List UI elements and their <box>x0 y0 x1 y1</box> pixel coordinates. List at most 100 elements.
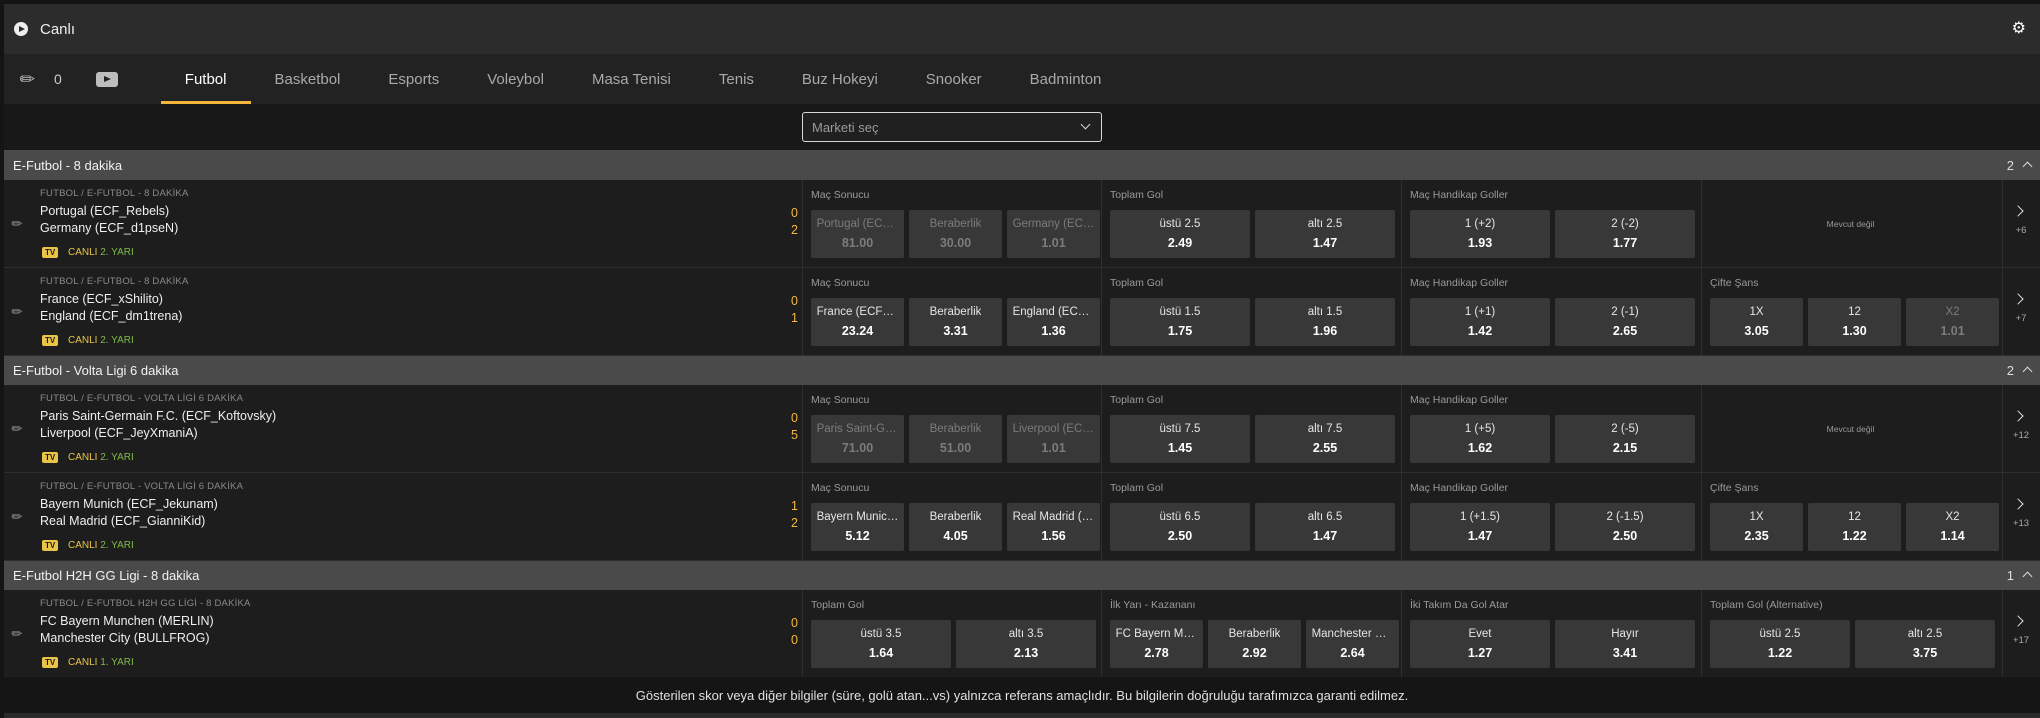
tab-esports[interactable]: Esports <box>388 54 439 104</box>
pin-icon[interactable]: ✎ <box>8 214 27 233</box>
tab-masa-tenisi[interactable]: Masa Tenisi <box>592 54 671 104</box>
more-markets-button[interactable]: +6 <box>2002 180 2040 268</box>
video-icon[interactable] <box>95 71 118 87</box>
odds-button[interactable]: 1 (+1.5) 1.47 <box>1410 503 1550 551</box>
odds-group: Portugal (ECF_Rebels) 81.00 Beraberlik 30.0… <box>811 210 1100 258</box>
odds-button[interactable]: 2 (-2) 1.77 <box>1555 210 1695 258</box>
more-markets-button[interactable]: +13 <box>2002 473 2040 561</box>
away-team[interactable]: England (ECF_dm1trena) <box>40 309 182 323</box>
odds-button[interactable]: 1X 3.05 <box>1710 298 1803 346</box>
chevron-right-icon <box>2012 293 2024 305</box>
odds-button[interactable]: Bayern Munich (ECF_Jekunam) 5.12 <box>811 503 904 551</box>
tab-snooker[interactable]: Snooker <box>926 54 982 104</box>
odds-label: altı 7.5 <box>1307 423 1343 435</box>
tab-futbol[interactable]: Futbol <box>160 54 251 104</box>
event-row: ✎ FUTBOL / E-FUTBOL - VOLTA LİGİ 6 DAKİKA… <box>4 385 2040 473</box>
odds-button[interactable]: altı 2.5 3.75 <box>1855 620 1995 668</box>
odds-button[interactable]: 12 1.30 <box>1808 298 1901 346</box>
odds-value: 1.42 <box>1467 324 1493 338</box>
group-header[interactable]: E-Futbol - 8 dakika 2 <box>4 150 2040 180</box>
tab-basketbol[interactable]: Basketbol <box>275 54 341 104</box>
odds-button[interactable]: FC Bayern Munchen (MERLIN) 2.78 <box>1110 620 1203 668</box>
chevron-up-icon[interactable] <box>2022 571 2033 582</box>
odds-button[interactable]: Hayır 3.41 <box>1555 620 1695 668</box>
tab-badminton[interactable]: Badminton <box>1030 54 1102 104</box>
market: Maç Sonucu Bayern Munich (ECF_Jekunam) 5.1… <box>802 473 1101 561</box>
odds-button[interactable]: altı 2.5 1.47 <box>1255 210 1395 258</box>
odds-button[interactable]: üstü 2.5 1.22 <box>1710 620 1850 668</box>
away-team[interactable]: Liverpool (ECF_JeyXmaniA) <box>40 426 198 440</box>
odds-button[interactable]: Evet 1.27 <box>1410 620 1550 668</box>
odds-button[interactable]: Real Madrid (ECF_GianniKid) 1.56 <box>1007 503 1100 551</box>
chevron-up-icon[interactable] <box>2022 366 2033 377</box>
tv-badge[interactable]: TV <box>42 540 59 551</box>
odds-button[interactable]: 12 1.22 <box>1808 503 1901 551</box>
pin-icon[interactable]: ✎ <box>8 419 27 438</box>
market-select[interactable]: Marketi seç <box>802 112 1102 142</box>
odds-button[interactable]: X2 1.14 <box>1906 503 1999 551</box>
more-markets-button[interactable]: +7 <box>2002 268 2040 356</box>
odds-label: X2 <box>1945 511 1960 523</box>
odds-button[interactable]: 1 (+1) 1.42 <box>1410 298 1550 346</box>
gear-icon[interactable]: ⚙ <box>2012 21 2026 37</box>
odds-value: 2.49 <box>1167 236 1193 250</box>
tv-badge[interactable]: TV <box>42 452 59 463</box>
match-period: 2. YARI <box>100 335 134 346</box>
tv-badge[interactable]: TV <box>42 335 59 346</box>
odds-button[interactable]: Beraberlik 3.31 <box>909 298 1002 346</box>
odds-label: 1X <box>1749 306 1764 318</box>
pin-icon[interactable]: ✎ <box>8 507 27 526</box>
market-title: Toplam Gol <box>811 599 865 611</box>
market: Maç Handikap Goller 1 (+5) 1.62 2 (-5) 2.15 <box>1401 385 1700 473</box>
chevron-up-icon[interactable] <box>2022 161 2033 172</box>
odds-button[interactable]: Beraberlik 2.92 <box>1208 620 1301 668</box>
odds-button[interactable]: Manchester City (BULLFROG) 2.64 <box>1306 620 1399 668</box>
home-team[interactable]: FC Bayern Munchen (MERLIN) <box>40 614 214 628</box>
pin-icon[interactable]: ✎ <box>8 302 27 321</box>
odds-button[interactable]: üstü 7.5 1.45 <box>1110 415 1250 463</box>
odds-button[interactable]: 1X 2.35 <box>1710 503 1803 551</box>
group-header[interactable]: E-Futbol H2H GG Ligi - 8 dakika 1 <box>4 560 2040 590</box>
odds-button[interactable]: 2 (-1) 2.65 <box>1555 298 1695 346</box>
odds-button[interactable]: 2 (-1.5) 2.50 <box>1555 503 1695 551</box>
group-header[interactable]: E-Futbol - Volta Ligi 6 dakika 2 <box>4 355 2040 385</box>
odds-button[interactable]: altı 7.5 2.55 <box>1255 415 1395 463</box>
odds-button[interactable]: altı 3.5 2.13 <box>956 620 1096 668</box>
odds-value: 2.55 <box>1312 441 1338 455</box>
odds-button[interactable]: 1 (+5) 1.62 <box>1410 415 1550 463</box>
tab-buz-hokeyi[interactable]: Buz Hokeyi <box>802 54 878 104</box>
odds-button[interactable]: altı 6.5 1.47 <box>1255 503 1395 551</box>
more-markets-button[interactable]: +17 <box>2002 590 2040 678</box>
pin-icon[interactable]: ✎ <box>12 63 44 95</box>
away-team[interactable]: Germany (ECF_d1pseN) <box>40 221 178 235</box>
home-team[interactable]: Paris Saint-Germain F.C. (ECF_Koftovsky) <box>40 409 276 423</box>
odds-button[interactable]: üstü 2.5 2.49 <box>1110 210 1250 258</box>
away-team[interactable]: Manchester City (BULLFROG) <box>40 631 209 645</box>
odds-button[interactable]: 1 (+2) 1.93 <box>1410 210 1550 258</box>
odds-button[interactable]: 2 (-5) 2.15 <box>1555 415 1695 463</box>
odds-button[interactable]: üstü 6.5 2.50 <box>1110 503 1250 551</box>
tv-badge[interactable]: TV <box>42 247 59 258</box>
home-team[interactable]: France (ECF_xShilito) <box>40 292 163 306</box>
odds-label: altı 2.5 <box>1307 218 1343 230</box>
odds-group: Evet 1.27 Hayır 3.41 <box>1410 620 1695 668</box>
tab-tenis[interactable]: Tenis <box>719 54 754 104</box>
odds-button[interactable]: Beraberlik 4.05 <box>909 503 1002 551</box>
odds-group: 1 (+2) 1.93 2 (-2) 1.77 <box>1410 210 1695 258</box>
odds-value: 1.45 <box>1167 441 1193 455</box>
match-period: 2. YARI <box>100 247 134 258</box>
odds-button[interactable]: England (ECF_dm1trena) 1.36 <box>1007 298 1100 346</box>
tv-badge[interactable]: TV <box>42 657 59 668</box>
odds-button[interactable]: France (ECF_xShilito) 23.24 <box>811 298 904 346</box>
tab-voleybol[interactable]: Voleybol <box>487 54 544 104</box>
home-team[interactable]: Portugal (ECF_Rebels) <box>40 204 169 218</box>
pin-icon[interactable]: ✎ <box>8 624 27 643</box>
odds-label: England (ECF_dm1trena) <box>1012 306 1095 318</box>
home-team[interactable]: Bayern Munich (ECF_Jekunam) <box>40 497 218 511</box>
away-team[interactable]: Real Madrid (ECF_GianniKid) <box>40 514 205 528</box>
odds-button[interactable]: üstü 1.5 1.75 <box>1110 298 1250 346</box>
market: İlk Yarı - Kazananı FC Bayern Munchen (ME… <box>1101 590 1400 678</box>
odds-button[interactable]: üstü 3.5 1.64 <box>811 620 951 668</box>
more-markets-button[interactable]: +12 <box>2002 385 2040 473</box>
odds-button[interactable]: altı 1.5 1.96 <box>1255 298 1395 346</box>
